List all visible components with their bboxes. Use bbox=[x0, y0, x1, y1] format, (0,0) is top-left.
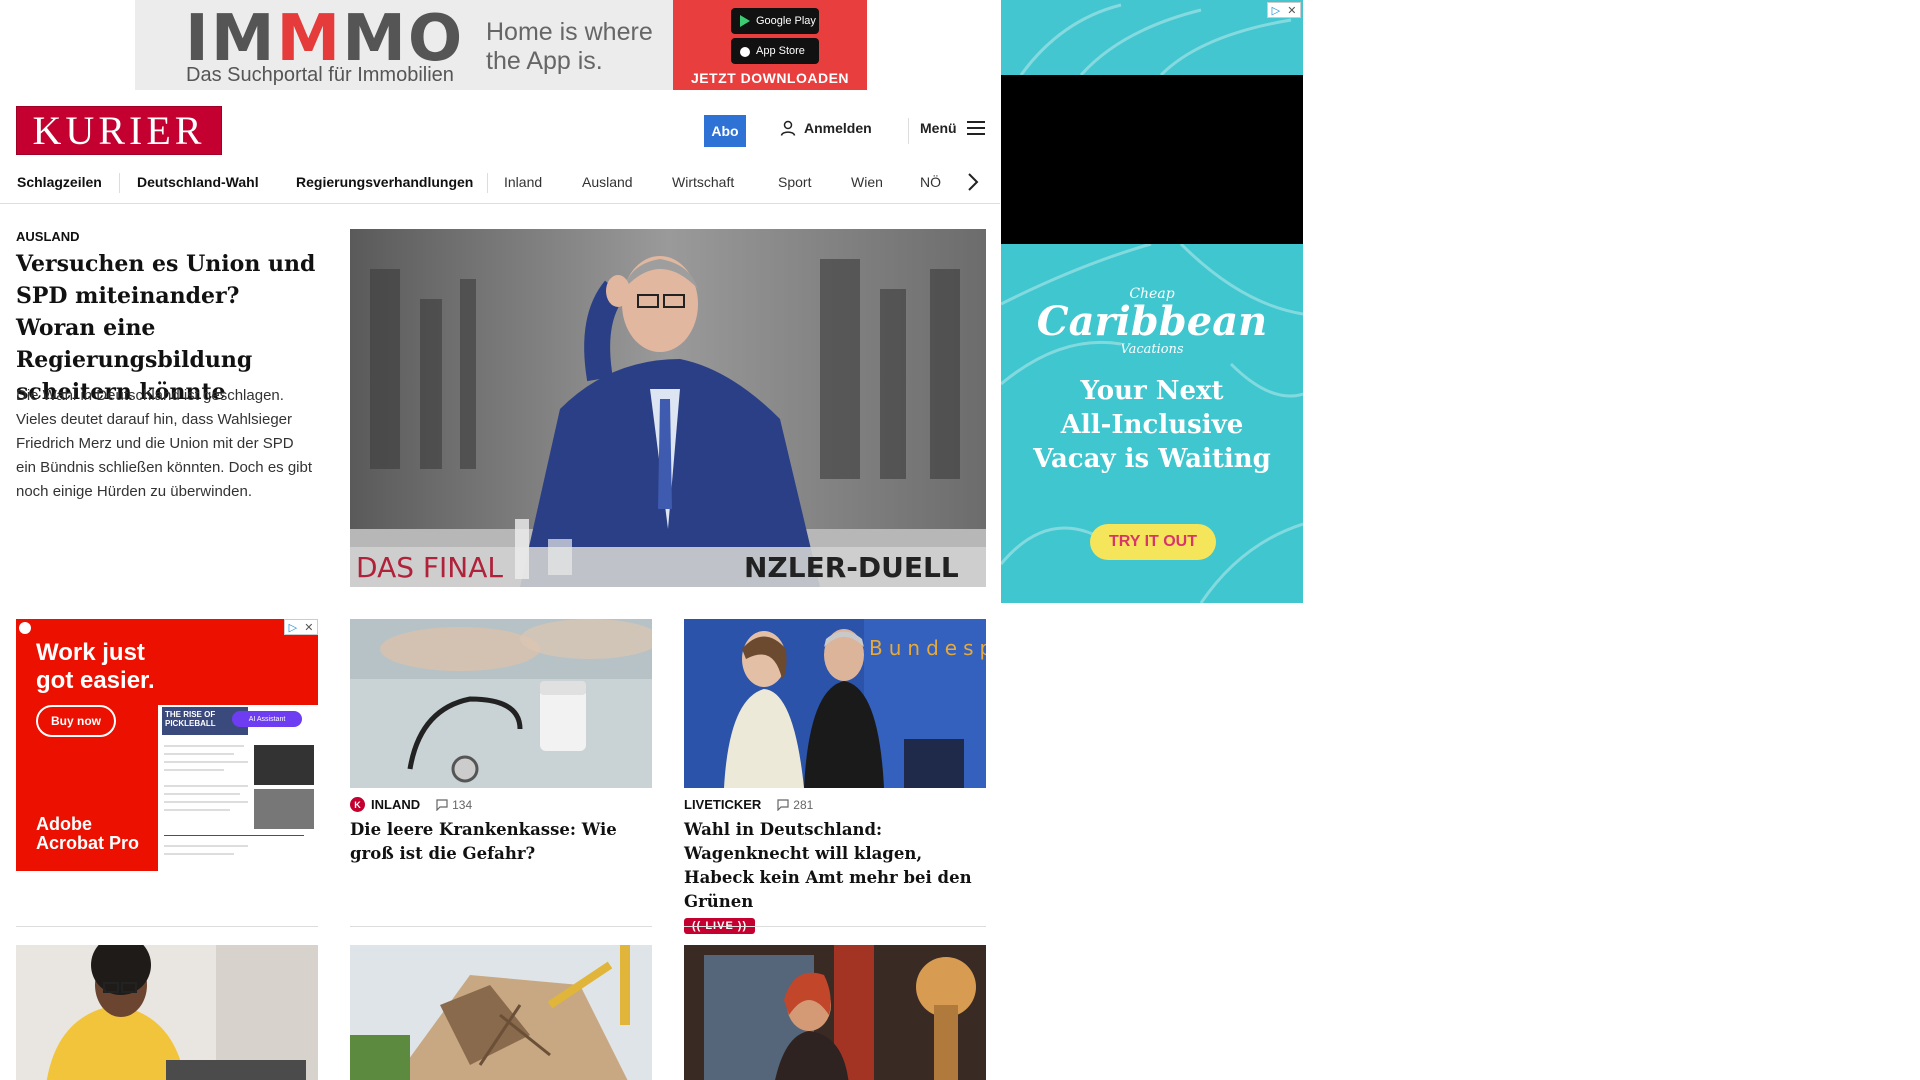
nav-inland[interactable]: Inland bbox=[504, 174, 542, 190]
adchoices-icon[interactable]: ▷ ✕ bbox=[1267, 2, 1301, 18]
apple-icon bbox=[740, 47, 750, 57]
top-banner-ad[interactable]: IMMMO Das Suchportal für Immobilien Home… bbox=[135, 0, 867, 90]
article-headline[interactable]: Wahl in Deutschland: Wagenknecht will kl… bbox=[684, 818, 986, 914]
ad-headline: Your Next All-Inclusive Vacay is Waiting bbox=[1033, 376, 1271, 474]
lead-image[interactable]: DAS FINAL NZLER-DUELL bbox=[350, 229, 986, 587]
comment-icon bbox=[436, 798, 448, 811]
article-section[interactable]: INLAND bbox=[371, 797, 420, 812]
lead-caption-left: DAS FINAL bbox=[356, 551, 503, 584]
image-backdrop-text: Bundesp bbox=[869, 636, 986, 660]
nav-sport[interactable]: Sport bbox=[778, 174, 811, 190]
article-image[interactable] bbox=[16, 945, 318, 1080]
nav-ausland[interactable]: Ausland bbox=[582, 174, 633, 190]
article-card[interactable]: Bundesp LIVETICKER 281 Wahl in Deutschla… bbox=[684, 619, 986, 934]
ad-document-preview: THE RISE OF PICKLEBALL AI Assistant bbox=[158, 705, 318, 871]
section-nav: Schlagzeilen Deutschland-Wahl Regierungs… bbox=[0, 164, 1000, 204]
nav-wien[interactable]: Wien bbox=[851, 174, 883, 190]
google-play-button[interactable]: Google Play bbox=[731, 8, 819, 34]
nav-schlagzeilen[interactable]: Schlagzeilen bbox=[17, 174, 102, 190]
nav-deutschland-wahl[interactable]: Deutschland-Wahl bbox=[137, 174, 259, 190]
article-image[interactable] bbox=[684, 945, 986, 1080]
menu-button[interactable]: Menü bbox=[920, 120, 985, 136]
article-image[interactable] bbox=[350, 619, 652, 788]
nav-separator bbox=[119, 173, 120, 193]
row-divider bbox=[350, 926, 652, 927]
article-meta: LIVETICKER 281 bbox=[684, 797, 986, 812]
acrobat-ad[interactable]: ▷ ✕ Work just got easier. Buy now THE RIS… bbox=[16, 619, 318, 871]
nav-regierungsverhandlungen[interactable]: Regierungsverhandlungen bbox=[296, 174, 473, 190]
lead-teaser: Die Wahl in Deutschland ist geschlagen. … bbox=[16, 387, 313, 500]
ad-subline: Das Suchportal für Immobilien bbox=[186, 64, 454, 86]
comment-count[interactable]: 281 bbox=[777, 798, 813, 812]
nav-wirtschaft[interactable]: Wirtschaft bbox=[672, 174, 734, 190]
app-store-button[interactable]: App Store bbox=[731, 38, 819, 64]
article-meta: K INLAND 134 bbox=[350, 797, 652, 812]
lead-section-label[interactable]: AUSLAND bbox=[16, 229, 80, 244]
article-section[interactable]: LIVETICKER bbox=[684, 797, 761, 812]
lead-caption-right: NZLER-DUELL bbox=[744, 551, 959, 584]
row-divider bbox=[16, 926, 318, 927]
hamburger-icon bbox=[966, 121, 985, 135]
adobe-brand: Adobe Acrobat Pro bbox=[36, 814, 140, 853]
buy-now-button[interactable]: Buy now bbox=[36, 705, 116, 737]
comment-icon bbox=[777, 798, 789, 811]
ad-download-panel[interactable]: Google Play App Store JETZT DOWNLOADEN bbox=[673, 0, 867, 90]
adchoices-icon[interactable]: ▷ ✕ bbox=[284, 619, 318, 635]
nav-noe[interactable]: NÖ bbox=[920, 174, 941, 190]
caribbean-vacations-ad[interactable]: Cheap Caribbean Vacations Your Next All-… bbox=[1001, 244, 1303, 603]
row-divider bbox=[684, 926, 986, 927]
caribbean-logo: Cheap Caribbean Vacations bbox=[1036, 286, 1268, 357]
try-it-out-button[interactable]: TRY IT OUT bbox=[1090, 524, 1216, 560]
privacy-icon[interactable] bbox=[19, 622, 31, 634]
article-headline[interactable]: Die leere Krankenkasse: Wie groß ist die… bbox=[350, 818, 652, 866]
login-button[interactable]: Anmelden bbox=[780, 120, 872, 136]
kurier-logo[interactable]: KURIER bbox=[16, 106, 222, 155]
abo-button[interactable]: Abo bbox=[704, 115, 746, 147]
comment-count[interactable]: 134 bbox=[436, 798, 472, 812]
side-ad-top[interactable]: ▷ ✕ bbox=[1001, 0, 1303, 75]
play-icon bbox=[740, 15, 750, 27]
user-icon bbox=[780, 120, 796, 136]
article-image[interactable]: Bundesp bbox=[684, 619, 986, 788]
download-cta[interactable]: JETZT DOWNLOADEN bbox=[673, 70, 867, 86]
header-divider bbox=[908, 118, 909, 144]
ad-tagline: Home is where the App is. bbox=[486, 18, 653, 75]
ad-headline: Work just got easier. bbox=[36, 639, 155, 694]
article-image[interactable] bbox=[350, 945, 652, 1080]
kurier-plus-icon: K bbox=[350, 797, 365, 812]
article-card[interactable]: K INLAND 134 Die leere Krankenkasse: Wie… bbox=[350, 619, 652, 866]
nav-separator bbox=[487, 173, 488, 193]
chevron-right-icon[interactable] bbox=[966, 170, 980, 201]
side-ad-video[interactable] bbox=[1001, 75, 1303, 244]
